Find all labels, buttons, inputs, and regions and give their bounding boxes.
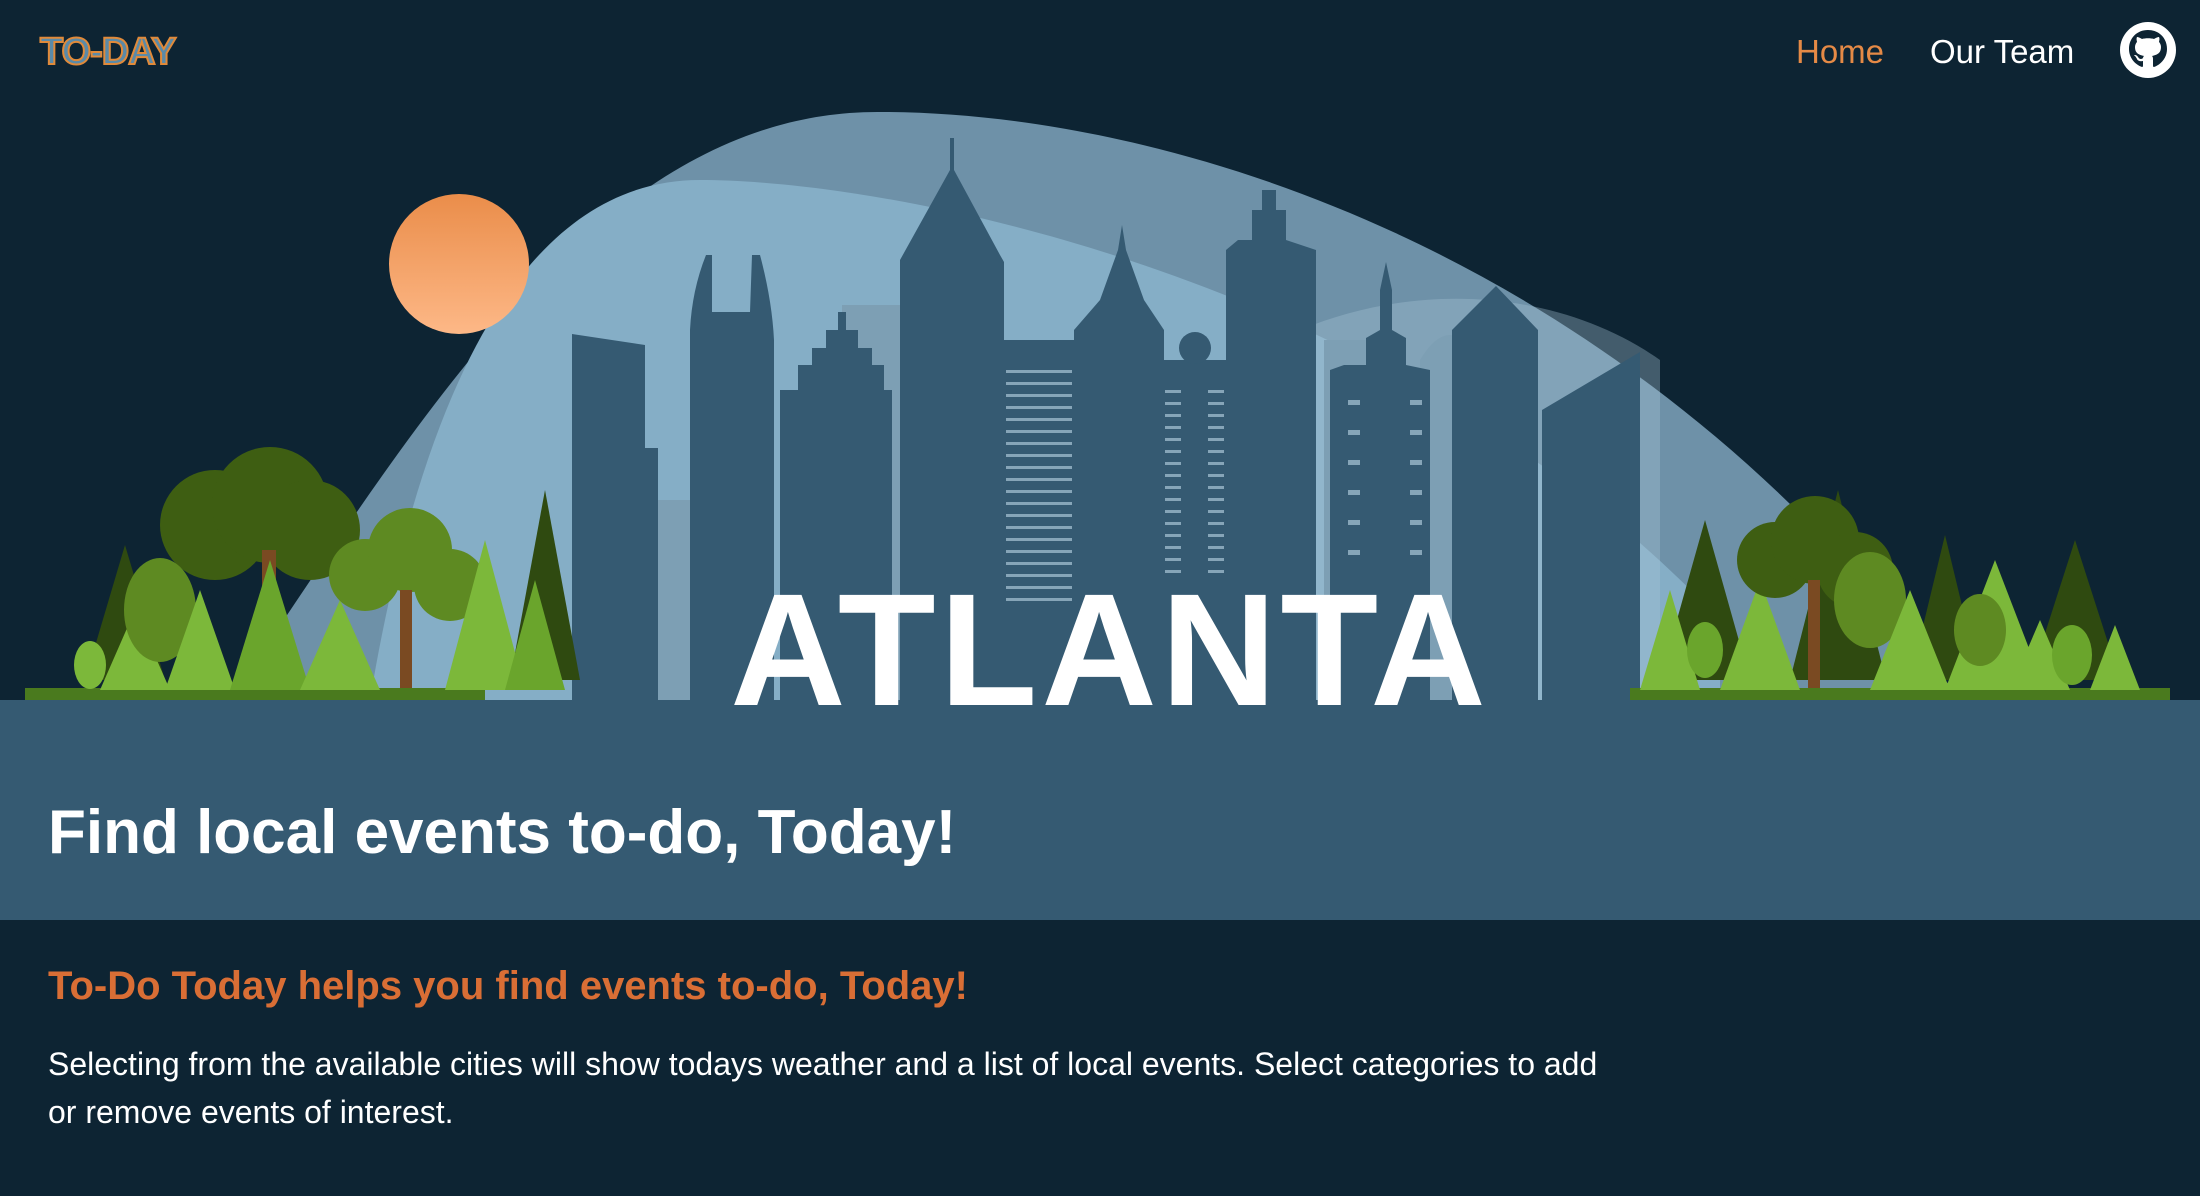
site-logo[interactable]: TO-DAY: [39, 30, 220, 73]
navbar: TO-DAY Home Our Team: [0, 0, 2200, 110]
intro-heading: To-Do Today helps you find events to-do,…: [48, 964, 968, 1008]
hero-tagline: Find local events to-do, Today!: [48, 798, 957, 867]
github-icon[interactable]: [2118, 20, 2178, 80]
city-title: ATLANTA: [730, 560, 1490, 739]
logo-text: TO-DAY: [39, 31, 177, 73]
nav-home-link[interactable]: Home: [1796, 28, 1884, 76]
intro-description: Selecting from the available cities will…: [48, 1046, 1598, 1130]
sun-icon: [389, 194, 529, 334]
nav-our-team-link[interactable]: Our Team: [1930, 28, 2074, 76]
